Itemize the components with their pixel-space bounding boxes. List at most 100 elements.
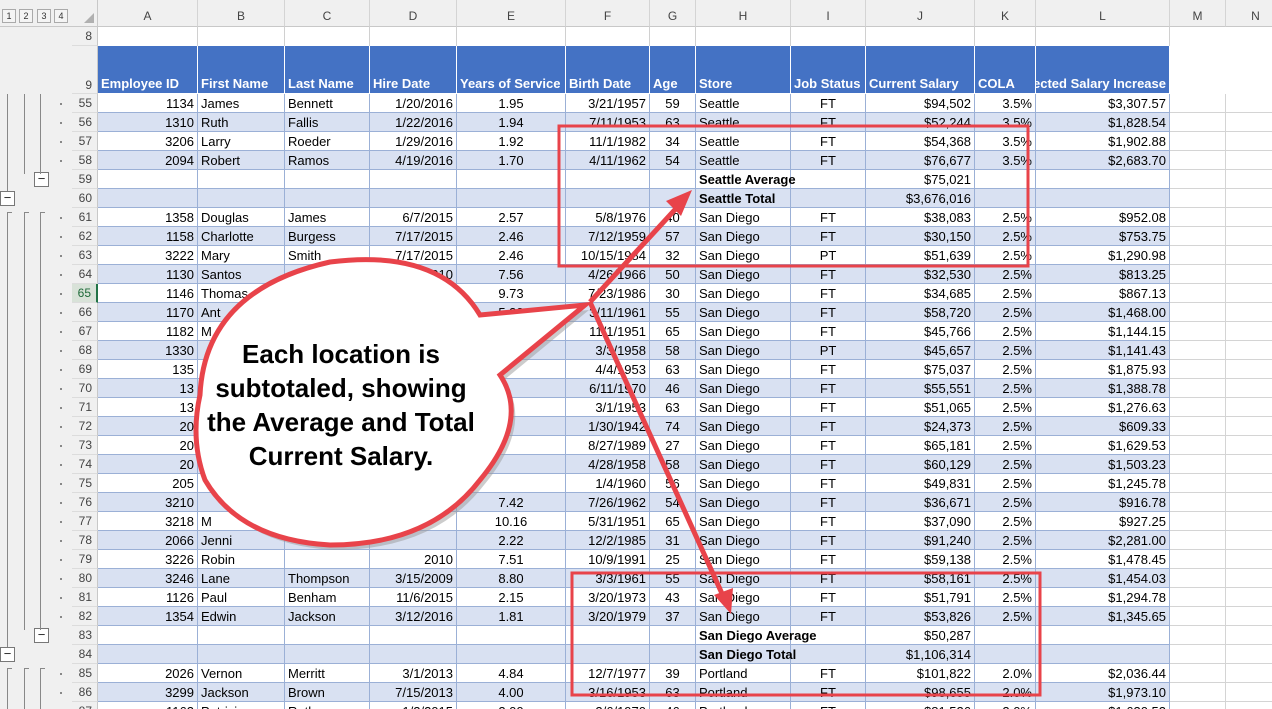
cell[interactable]: Edwin <box>198 607 285 626</box>
empty-cell[interactable] <box>1226 474 1272 493</box>
cell[interactable]: $38,083 <box>866 208 975 227</box>
cell[interactable]: 2.5% <box>975 379 1036 398</box>
cell[interactable] <box>975 27 1036 46</box>
cell[interactable] <box>650 626 696 645</box>
cell[interactable]: 2.0% <box>975 664 1036 683</box>
cell[interactable] <box>791 189 866 208</box>
column-title[interactable]: COLA <box>975 46 1036 94</box>
cell[interactable]: Jackson <box>285 607 370 626</box>
cell[interactable]: 3/3/1958 <box>566 341 650 360</box>
cell[interactable]: 7/26/1962 <box>566 493 650 512</box>
empty-cell[interactable] <box>1226 284 1272 303</box>
cell[interactable] <box>198 474 285 493</box>
cell[interactable]: $49,831 <box>866 474 975 493</box>
cell[interactable]: FT <box>791 531 866 550</box>
cell[interactable]: 1158 <box>98 227 198 246</box>
cell[interactable]: Ruth <box>285 702 370 709</box>
cell[interactable]: 3246 <box>98 569 198 588</box>
empty-cell[interactable] <box>1170 113 1226 132</box>
empty-cell[interactable] <box>1226 569 1272 588</box>
cell[interactable] <box>198 189 285 208</box>
cell[interactable]: 6/7/2015 <box>370 208 457 227</box>
cell[interactable]: San Diego <box>696 360 791 379</box>
cell[interactable] <box>1036 626 1170 645</box>
cell[interactable]: 65 <box>650 512 696 531</box>
cell[interactable] <box>566 170 650 189</box>
cell[interactable]: 11/1/1951 <box>566 322 650 341</box>
cell[interactable]: 1134 <box>98 94 198 113</box>
cell[interactable]: FT <box>791 569 866 588</box>
cell[interactable]: $98,655 <box>866 683 975 702</box>
cell[interactable]: 12/2/1985 <box>566 531 650 550</box>
cell[interactable]: San Diego <box>696 227 791 246</box>
cell[interactable] <box>1036 170 1170 189</box>
cell[interactable]: 2.5% <box>975 227 1036 246</box>
cell[interactable]: 2.5% <box>975 341 1036 360</box>
cell[interactable]: 2.0% <box>975 702 1036 709</box>
row-header[interactable]: 64 <box>72 265 98 284</box>
empty-cell[interactable] <box>1226 132 1272 151</box>
cell[interactable] <box>1036 645 1170 664</box>
cell[interactable]: 65 <box>650 322 696 341</box>
cell[interactable]: 1.92 <box>457 132 566 151</box>
cell[interactable] <box>975 170 1036 189</box>
cell[interactable]: 46 <box>650 379 696 398</box>
cell[interactable] <box>285 474 370 493</box>
cell[interactable] <box>285 493 370 512</box>
cell[interactable]: $1,468.00 <box>1036 303 1170 322</box>
row-header[interactable]: 70 <box>72 379 98 398</box>
cell[interactable]: $916.78 <box>1036 493 1170 512</box>
cell[interactable]: FT <box>791 208 866 227</box>
cell[interactable]: 1130 <box>98 265 198 284</box>
empty-cell[interactable] <box>1226 341 1272 360</box>
row-header[interactable]: 63 <box>72 246 98 265</box>
cell[interactable]: 39 <box>650 664 696 683</box>
cell[interactable]: $54,368 <box>866 132 975 151</box>
cell[interactable]: 1/30/1942 <box>566 417 650 436</box>
empty-cell[interactable] <box>1170 284 1226 303</box>
row-header[interactable]: 73 <box>72 436 98 455</box>
cell[interactable]: 2.5% <box>975 417 1036 436</box>
cell[interactable]: Fallis <box>285 113 370 132</box>
cell[interactable]: 5.32 <box>457 303 566 322</box>
empty-cell[interactable] <box>1170 645 1226 664</box>
cell[interactable]: San Diego <box>696 607 791 626</box>
cell[interactable]: $609.33 <box>1036 417 1170 436</box>
cell[interactable]: $927.25 <box>1036 512 1170 531</box>
cell[interactable]: $1,875.93 <box>1036 360 1170 379</box>
cell[interactable]: 3/20/1979 <box>566 607 650 626</box>
column-title[interactable]: Birth Date <box>566 46 650 94</box>
cell[interactable] <box>198 645 285 664</box>
empty-cell[interactable] <box>1170 531 1226 550</box>
cell[interactable]: Larry <box>198 132 285 151</box>
cell[interactable]: Lane <box>198 569 285 588</box>
cell[interactable]: $1,973.10 <box>1036 683 1170 702</box>
cell[interactable]: $1,478.45 <box>1036 550 1170 569</box>
cell[interactable]: FT <box>791 379 866 398</box>
cell[interactable]: 3/16/1953 <box>566 683 650 702</box>
cell[interactable]: 40 <box>650 208 696 227</box>
cell[interactable]: 50 <box>650 265 696 284</box>
cell[interactable] <box>285 265 370 284</box>
cell[interactable]: 34 <box>650 132 696 151</box>
empty-cell[interactable] <box>1226 208 1272 227</box>
row-header[interactable]: 85 <box>72 664 98 683</box>
cell[interactable]: $24,373 <box>866 417 975 436</box>
cell[interactable]: 2.0% <box>975 683 1036 702</box>
empty-cell[interactable] <box>1226 607 1272 626</box>
cell[interactable]: San Diego <box>696 474 791 493</box>
empty-cell[interactable] <box>1226 398 1272 417</box>
cell[interactable]: $813.25 <box>1036 265 1170 284</box>
cell[interactable]: Burgess <box>285 227 370 246</box>
outline-level-button[interactable]: 1 <box>2 9 16 23</box>
cell[interactable]: 54 <box>650 493 696 512</box>
cell[interactable]: 2.5% <box>975 455 1036 474</box>
cell[interactable]: $1,294.78 <box>1036 588 1170 607</box>
cell[interactable]: 3/1/2013 <box>370 664 457 683</box>
cell[interactable] <box>650 170 696 189</box>
cell[interactable]: Vernon <box>198 664 285 683</box>
row-header[interactable]: 61 <box>72 208 98 227</box>
cell[interactable]: 1.70 <box>457 151 566 170</box>
column-header-b[interactable]: B <box>198 0 285 27</box>
column-header-d[interactable]: D <box>370 0 457 27</box>
